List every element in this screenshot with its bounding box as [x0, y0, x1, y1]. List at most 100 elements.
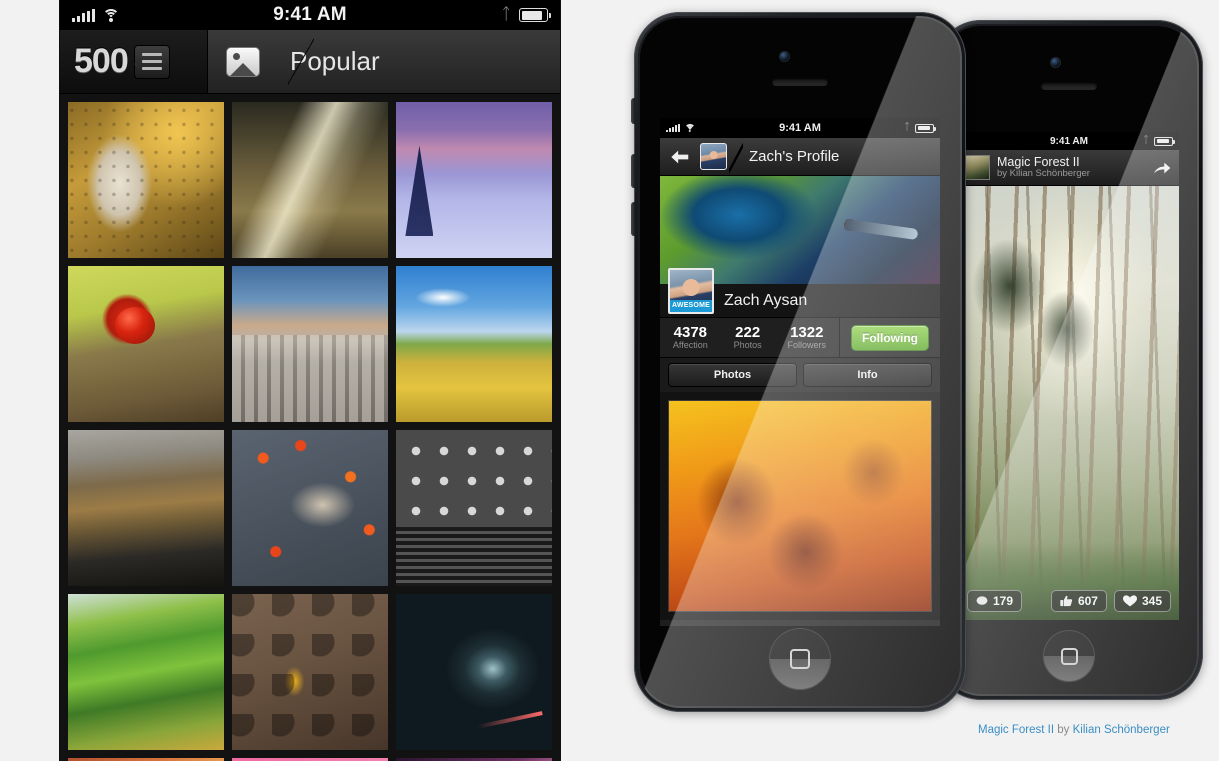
grid-photo-sunray-forest[interactable] [232, 102, 388, 258]
mute-switch[interactable] [631, 98, 635, 124]
forest-canopy-secondary [1038, 290, 1096, 369]
earpiece-speaker [1041, 82, 1097, 90]
500px-logo[interactable]: 500 [74, 42, 129, 81]
photo-titles: Magic Forest II by Kilian Schönberger [997, 155, 1144, 180]
screenshot-stage: 9:41 AM ᛏ 500 Popular 9:41 AM ᛏ Magic Fo… [0, 0, 1219, 761]
home-square-icon [1060, 647, 1078, 665]
photos-value: 222 [735, 323, 761, 341]
grid-photo-golden-field[interactable] [396, 266, 552, 422]
photo-stats-bar: 179 607 345 [959, 590, 1179, 612]
grid-photo-penguin-chicks[interactable] [232, 594, 388, 750]
battery-icon [1154, 136, 1175, 146]
grid-photo-bw-building[interactable] [396, 430, 552, 586]
hamburger-menu-icon[interactable] [133, 44, 170, 79]
grid-photo-green-hills[interactable] [68, 594, 224, 750]
profile-feed [660, 392, 940, 620]
status-bar: 9:41 AM ᛏ [959, 132, 1179, 150]
nav-bar: 500 Popular [60, 30, 560, 94]
photo-author: by Kilian Schönberger [997, 168, 1090, 180]
comment-count-pill[interactable]: 179 [967, 590, 1023, 612]
tab-photos[interactable]: Photos [668, 363, 797, 387]
profile-tabs: Photos Info [660, 358, 940, 392]
profile-avatar[interactable]: AWESOME [668, 268, 714, 314]
profile-nav-bar: Zach's Profile [660, 137, 940, 176]
magic-forest-photo[interactable]: 179 607 345 [959, 186, 1179, 620]
reaction-pills: 607 345 [1050, 590, 1171, 612]
bluetooth-icon: ᛏ [904, 122, 910, 133]
credit-author-link[interactable]: Kilian Schönberger [1073, 724, 1170, 736]
share-icon[interactable] [1151, 158, 1173, 178]
breadcrumb-separator [729, 137, 743, 176]
right-phone-device: 9:41 AM ᛏ Magic Forest II by Kilian Schö… [935, 20, 1203, 700]
back-arrow-icon[interactable] [660, 148, 700, 166]
status-bar-right: ᛏ [501, 6, 551, 23]
followers-label: Followers [787, 340, 827, 351]
photo-grid [60, 94, 560, 761]
middle-phone-screen: 9:41 AM ᛏ Zach's Profile AWESOME Zach Ay… [660, 118, 940, 626]
middle-phone-device: 9:41 AM ᛏ Zach's Profile AWESOME Zach Ay… [631, 12, 966, 712]
awesome-badge: AWESOME [670, 300, 712, 312]
photo-thumbnail[interactable] [965, 155, 990, 180]
stat-followers[interactable]: 1322 Followers [787, 323, 827, 351]
status-bar: 9:41 AM ᛏ [60, 0, 560, 30]
grid-photo-ladybug[interactable] [68, 266, 224, 422]
favorites-count: 345 [1141, 594, 1162, 608]
earpiece-speaker [772, 78, 828, 86]
wifi-icon [102, 8, 119, 22]
volume-up-button[interactable] [631, 154, 635, 188]
brand-area: 500 [60, 30, 208, 93]
followers-value: 1322 [790, 323, 824, 341]
credit-by-text: by [1057, 724, 1070, 736]
grid-photo-snow-trees[interactable] [396, 102, 552, 258]
status-bar: 9:41 AM ᛏ [660, 118, 940, 138]
front-camera-icon [1051, 58, 1060, 67]
photo-nav-bar: Magic Forest II by Kilian Schönberger [959, 150, 1179, 186]
front-camera-icon [780, 52, 789, 61]
comment-count: 179 [993, 594, 1014, 608]
heart-icon [1122, 595, 1137, 607]
profile-title: Zach's Profile [749, 148, 840, 165]
grid-photo-leopard[interactable] [68, 102, 224, 258]
stat-affection[interactable]: 4378 Affection [673, 323, 708, 350]
right-phone-bezel: 9:41 AM ᛏ Magic Forest II by Kilian Schö… [939, 24, 1199, 696]
grid-photo-volcanic-hills[interactable] [68, 430, 224, 586]
photo-credit: Magic Forest II by Kilian Schönberger [978, 724, 1170, 736]
favorites-count-pill[interactable]: 345 [1113, 590, 1171, 612]
tab-info[interactable]: Info [803, 363, 932, 387]
profile-name-bar: AWESOME Zach Aysan [660, 268, 940, 318]
thumbs-up-icon [1060, 595, 1073, 607]
volume-down-button[interactable] [631, 202, 635, 236]
home-button[interactable] [1043, 630, 1095, 682]
battery-icon [519, 8, 551, 22]
left-phone-screen: 9:41 AM ᛏ 500 Popular [60, 0, 560, 761]
photo-icon[interactable] [226, 46, 260, 77]
stat-photos[interactable]: 222 Photos [733, 323, 762, 351]
likes-count-pill[interactable]: 607 [1050, 590, 1107, 612]
bluetooth-icon: ᛏ [501, 6, 511, 23]
grid-photo-tunnel[interactable] [396, 594, 552, 750]
photo-title: Magic Forest II [997, 154, 1080, 169]
comment-icon [976, 596, 988, 605]
status-bar-time: 9:41 AM [273, 4, 347, 25]
middle-phone-bezel: 9:41 AM ᛏ Zach's Profile AWESOME Zach Ay… [638, 16, 962, 708]
signal-bars-icon [72, 8, 95, 22]
credit-title-link[interactable]: Magic Forest II [978, 724, 1054, 736]
profile-stats: 4378 Affection 222 Photos 1322 Followers [660, 318, 840, 357]
photos-label: Photos [733, 340, 762, 351]
profile-username: Zach Aysan [724, 291, 808, 309]
page-title: Popular [290, 46, 380, 76]
following-button[interactable]: Following [851, 324, 929, 351]
battery-icon [915, 123, 936, 133]
likes-count: 607 [1077, 594, 1098, 608]
home-square-icon [790, 649, 810, 669]
status-bar-time: 9:41 AM [779, 122, 821, 134]
affection-value: 4378 [673, 323, 708, 341]
forest-canopy [972, 238, 1047, 334]
grid-photo-waxwing-bird[interactable] [232, 430, 388, 586]
grid-photo-paris-rooftops[interactable] [232, 266, 388, 422]
feed-photo-dust-figures[interactable] [668, 400, 932, 612]
status-bar-right: ᛏ [904, 122, 936, 133]
right-phone-screen: 9:41 AM ᛏ Magic Forest II by Kilian Schö… [959, 132, 1179, 620]
home-button[interactable] [769, 628, 831, 690]
nav-user-avatar[interactable] [700, 143, 727, 170]
